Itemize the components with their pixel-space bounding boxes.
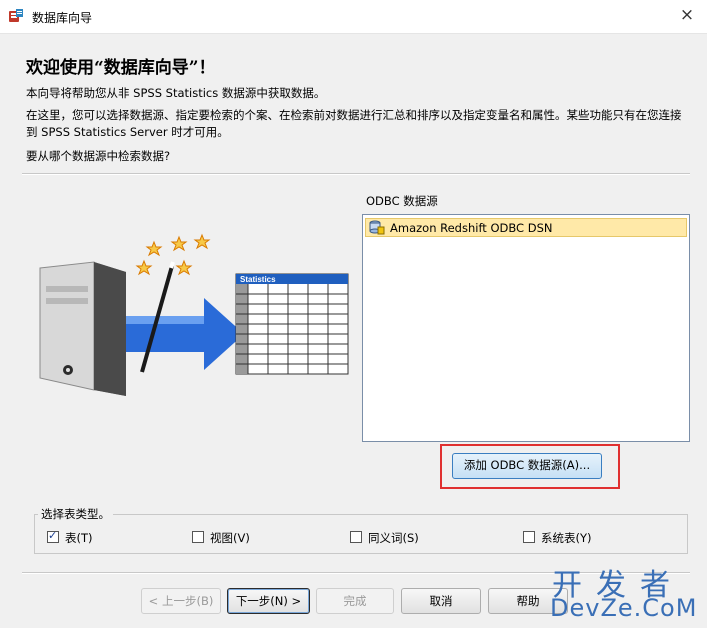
statistics-table-icon: Statistics	[235, 273, 349, 375]
next-button[interactable]: 下一步(N) >	[227, 588, 310, 614]
odbc-source-name: Amazon Redshift ODBC DSN	[390, 221, 553, 235]
finish-button[interactable]: 完成	[316, 588, 394, 614]
checkbox-unchecked-icon[interactable]	[523, 531, 535, 543]
divider	[22, 173, 690, 175]
checkbox-checked-icon[interactable]	[47, 529, 59, 543]
table-checkbox-label: 表(T)	[65, 531, 93, 545]
watermark-bottom: DevZe.CoM	[550, 594, 698, 622]
database-wizard-icon	[9, 9, 23, 22]
table-type-legend: 选择表类型。	[38, 506, 113, 522]
close-icon[interactable]: ×	[675, 4, 699, 28]
database-to-table-illustration: Statistics	[39, 233, 349, 396]
add-odbc-source-button[interactable]: 添加 ODBC 数据源(A)...	[452, 453, 602, 479]
odbc-source-label: ODBC 数据源	[366, 194, 438, 208]
intro-text-2: 在这里，您可以选择数据源、指定要检索的个案、在检索前对数据进行汇总和排序以及指定…	[26, 108, 682, 139]
checkbox-unchecked-icon[interactable]	[350, 531, 362, 543]
odbc-database-icon	[369, 220, 385, 235]
database-wizard-window: 数据库向导 × 欢迎使用“数据库向导”！ 本向导将帮助您从非 SPSS Stat…	[0, 0, 707, 628]
odbc-source-item[interactable]: Amazon Redshift ODBC DSN	[365, 218, 687, 237]
server-icon	[39, 261, 126, 396]
window-title: 数据库向导	[32, 11, 93, 25]
system-table-checkbox-label: 系统表(Y)	[541, 531, 592, 545]
synonym-checkbox-label: 同义词(S)	[368, 531, 419, 545]
odbc-source-list[interactable]: Amazon Redshift ODBC DSN	[362, 214, 690, 442]
watermark: 开发者 DevZe.CoM	[548, 560, 707, 628]
cancel-button[interactable]: 取消	[401, 588, 481, 614]
checkbox-unchecked-icon[interactable]	[192, 531, 204, 543]
intro-text-1: 本向导将帮助您从非 SPSS Statistics 数据源中获取数据。	[26, 86, 326, 100]
data-source-question: 要从哪个数据源中检索数据?	[26, 149, 171, 163]
back-button[interactable]: < 上一步(B)	[141, 588, 221, 614]
view-checkbox-label: 视图(V)	[210, 531, 250, 545]
statistics-table-title: Statistics	[240, 275, 276, 284]
page-title: 欢迎使用“数据库向导”！	[26, 58, 216, 78]
title-bar: 数据库向导 ×	[0, 0, 707, 34]
